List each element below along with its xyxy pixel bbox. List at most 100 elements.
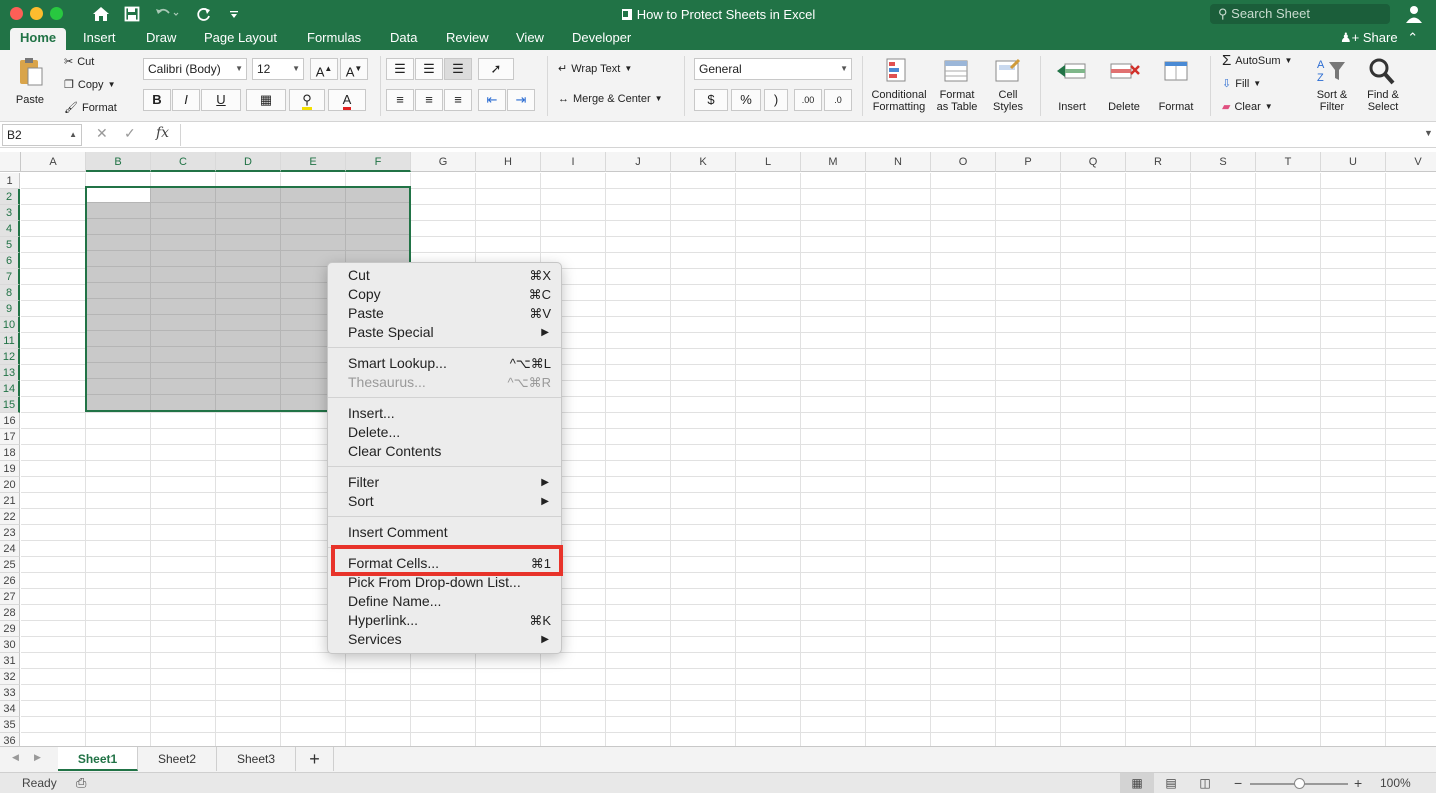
increase-decimal-button[interactable]: .00 bbox=[794, 89, 822, 111]
bold-button[interactable]: B bbox=[143, 89, 171, 111]
italic-button[interactable]: I bbox=[172, 89, 200, 111]
row-header-19[interactable]: 19 bbox=[0, 461, 20, 477]
column-header-u[interactable]: U bbox=[1321, 152, 1386, 172]
sort-filter-button[interactable]: AZ Sort & Filter bbox=[1308, 56, 1356, 113]
wrap-text-button[interactable]: ↵ Wrap Text ▼ bbox=[558, 62, 632, 76]
menu-item-insert[interactable]: Insert... bbox=[328, 404, 561, 423]
row-header-13[interactable]: 13 bbox=[0, 365, 20, 381]
page-break-view-icon[interactable]: ◫ bbox=[1188, 773, 1222, 793]
column-header-l[interactable]: L bbox=[736, 152, 801, 172]
row-header-30[interactable]: 30 bbox=[0, 637, 20, 653]
comma-style-button[interactable]: ) bbox=[764, 89, 788, 111]
scroll-right-icon[interactable]: ▶ bbox=[34, 752, 41, 763]
column-header-v[interactable]: V bbox=[1386, 152, 1436, 172]
conditional-formatting-button[interactable]: Conditional Formatting bbox=[868, 56, 930, 113]
column-header-c[interactable]: C bbox=[151, 152, 216, 172]
row-header-31[interactable]: 31 bbox=[0, 653, 20, 669]
menu-item-sort[interactable]: Sort ▶ bbox=[328, 492, 561, 511]
row-header-2[interactable]: 2 bbox=[0, 189, 20, 205]
tab-draw[interactable]: Draw bbox=[136, 28, 186, 50]
zoom-slider-handle[interactable] bbox=[1294, 778, 1305, 789]
row-header-27[interactable]: 27 bbox=[0, 589, 20, 605]
font-name-dropdown[interactable]: Calibri (Body) ▼ bbox=[143, 58, 247, 80]
zoom-level[interactable]: 100% bbox=[1380, 776, 1411, 790]
row-header-7[interactable]: 7 bbox=[0, 269, 20, 285]
menu-item-delete[interactable]: Delete... bbox=[328, 423, 561, 442]
insert-function-button[interactable]: fx bbox=[156, 125, 169, 141]
row-header-32[interactable]: 32 bbox=[0, 669, 20, 685]
cut-button[interactable]: ✂ Cut bbox=[64, 55, 94, 69]
normal-view-icon[interactable]: ▦ bbox=[1120, 773, 1154, 793]
row-header-9[interactable]: 9 bbox=[0, 301, 20, 317]
format-cells-button[interactable]: Format bbox=[1152, 56, 1200, 113]
row-header-34[interactable]: 34 bbox=[0, 701, 20, 717]
menu-item-paste[interactable]: Paste ⌘V bbox=[328, 304, 561, 323]
row-header-1[interactable]: 1 bbox=[0, 173, 20, 189]
row-header-12[interactable]: 12 bbox=[0, 349, 20, 365]
row-header-25[interactable]: 25 bbox=[0, 557, 20, 573]
align-right-button[interactable]: ≡ bbox=[444, 89, 472, 111]
check-icon[interactable]: ✓ bbox=[124, 125, 136, 142]
row-header-15[interactable]: 15 bbox=[0, 397, 20, 413]
sheet-tab-sheet1[interactable]: Sheet1 bbox=[58, 747, 138, 771]
font-size-dropdown[interactable]: 12 ▼ bbox=[252, 58, 304, 80]
fill-color-button[interactable]: ⚲ bbox=[289, 89, 325, 111]
tab-formulas[interactable]: Formulas bbox=[297, 28, 371, 50]
formula-input[interactable] bbox=[180, 124, 1424, 146]
column-header-j[interactable]: J bbox=[606, 152, 671, 172]
row-header-10[interactable]: 10 bbox=[0, 317, 20, 333]
align-center-button[interactable]: ≡ bbox=[415, 89, 443, 111]
row-header-6[interactable]: 6 bbox=[0, 253, 20, 269]
sheet-tab-sheet3[interactable]: Sheet3 bbox=[217, 747, 296, 771]
row-header-23[interactable]: 23 bbox=[0, 525, 20, 541]
column-header-n[interactable]: N bbox=[866, 152, 931, 172]
page-layout-view-icon[interactable]: ▤ bbox=[1154, 773, 1188, 793]
format-painter-button[interactable]: 🖌 Format bbox=[64, 101, 117, 115]
decrease-font-size-button[interactable]: A▼ bbox=[340, 58, 368, 80]
column-header-m[interactable]: M bbox=[801, 152, 866, 172]
column-header-g[interactable]: G bbox=[411, 152, 476, 172]
menu-item-services[interactable]: Services ▶ bbox=[328, 630, 561, 649]
row-header-3[interactable]: 3 bbox=[0, 205, 20, 221]
cell-styles-button[interactable]: Cell Styles bbox=[986, 56, 1030, 113]
font-color-button[interactable]: A bbox=[328, 89, 366, 111]
menu-item-define-name[interactable]: Define Name... bbox=[328, 592, 561, 611]
column-header-a[interactable]: A bbox=[21, 152, 86, 172]
decrease-decimal-button[interactable]: .0 bbox=[824, 89, 852, 111]
row-header-18[interactable]: 18 bbox=[0, 445, 20, 461]
delete-cells-button[interactable]: Delete bbox=[1100, 56, 1148, 113]
column-header-o[interactable]: O bbox=[931, 152, 996, 172]
column-header-p[interactable]: P bbox=[996, 152, 1061, 172]
column-header-h[interactable]: H bbox=[476, 152, 541, 172]
row-header-29[interactable]: 29 bbox=[0, 621, 20, 637]
menu-item-filter[interactable]: Filter ▶ bbox=[328, 473, 561, 492]
percent-button[interactable]: % bbox=[731, 89, 761, 111]
column-header-e[interactable]: E bbox=[281, 152, 346, 172]
column-header-s[interactable]: S bbox=[1191, 152, 1256, 172]
column-header-k[interactable]: K bbox=[671, 152, 736, 172]
increase-font-size-button[interactable]: A▲ bbox=[310, 58, 338, 80]
menu-item-copy[interactable]: Copy ⌘C bbox=[328, 285, 561, 304]
fill-button[interactable]: ⇩ Fill ▼ bbox=[1222, 77, 1261, 91]
tab-view[interactable]: View bbox=[506, 28, 554, 50]
find-select-button[interactable]: Find & Select bbox=[1360, 56, 1406, 113]
row-header-8[interactable]: 8 bbox=[0, 285, 20, 301]
zoom-in-button[interactable]: + bbox=[1354, 775, 1362, 791]
tab-developer[interactable]: Developer bbox=[562, 28, 641, 50]
tab-review[interactable]: Review bbox=[436, 28, 499, 50]
row-header-17[interactable]: 17 bbox=[0, 429, 20, 445]
search-input[interactable]: ⚲ Search Sheet bbox=[1210, 4, 1390, 24]
menu-item-clear-contents[interactable]: Clear Contents bbox=[328, 442, 561, 461]
scroll-left-icon[interactable]: ◀ bbox=[12, 752, 19, 763]
autosum-button[interactable]: Σ AutoSum ▼ bbox=[1222, 53, 1292, 68]
insert-cells-button[interactable]: Insert bbox=[1048, 56, 1096, 113]
menu-item-smart-lookup[interactable]: Smart Lookup... ^⌥⌘L bbox=[328, 354, 561, 373]
column-header-f[interactable]: F bbox=[346, 152, 411, 172]
format-as-table-button[interactable]: Format as Table bbox=[932, 56, 982, 113]
copy-button[interactable]: ❐ Copy ▼ bbox=[64, 78, 115, 92]
tab-insert[interactable]: Insert bbox=[73, 28, 126, 50]
row-header-14[interactable]: 14 bbox=[0, 381, 20, 397]
row-header-16[interactable]: 16 bbox=[0, 413, 20, 429]
macro-record-icon[interactable]: ⎙ bbox=[76, 775, 86, 791]
menu-item-paste-special[interactable]: Paste Special ▶ bbox=[328, 323, 561, 342]
